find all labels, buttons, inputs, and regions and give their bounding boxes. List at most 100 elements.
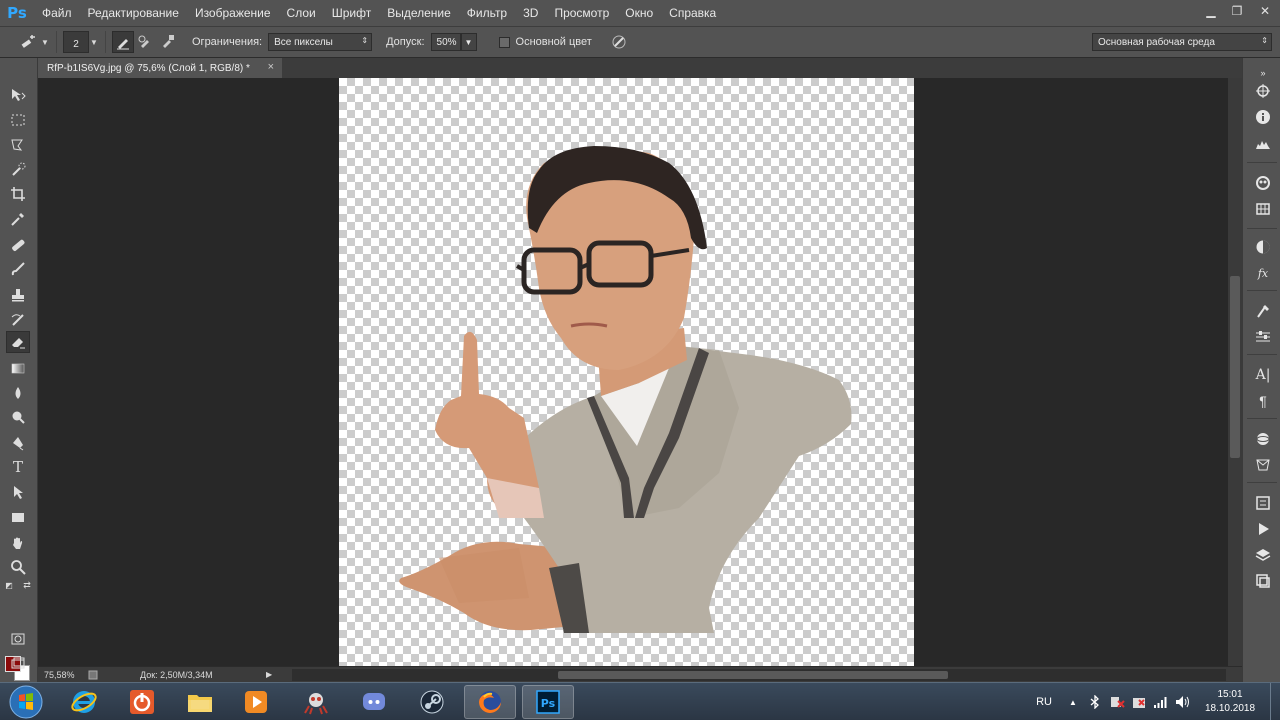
layers-icon[interactable]	[1252, 544, 1274, 566]
chevron-down-icon[interactable]: ▼	[89, 31, 99, 53]
adjustments-icon[interactable]	[1252, 236, 1274, 258]
menu-edit[interactable]: Редактирование	[80, 0, 187, 26]
move-icon[interactable]	[6, 84, 30, 106]
history-brush-icon[interactable]	[6, 308, 30, 330]
vertical-scrollbar[interactable]	[1228, 78, 1242, 666]
path-selection-icon[interactable]	[6, 481, 30, 503]
steam-icon[interactable]	[406, 685, 458, 719]
horizontal-scrollbar[interactable]	[292, 669, 1226, 681]
file-explorer-icon[interactable]	[174, 685, 226, 719]
vertical-scroll-thumb[interactable]	[1230, 276, 1240, 458]
screen-mode-icon[interactable]	[6, 653, 30, 675]
menu-type[interactable]: Шрифт	[324, 0, 379, 26]
gradient-icon[interactable]	[6, 357, 30, 379]
lasso-icon[interactable]	[6, 134, 30, 156]
minimize-button[interactable]: ▁	[1198, 2, 1224, 20]
clock[interactable]: 15:01 18.10.2018	[1198, 688, 1262, 716]
eraser-mode-icon[interactable]	[112, 31, 134, 53]
quick-selection-icon[interactable]	[6, 159, 30, 181]
media-player-icon[interactable]	[230, 685, 282, 719]
document-canvas[interactable]	[339, 78, 914, 666]
blur-icon[interactable]	[6, 382, 30, 404]
menu-view[interactable]: Просмотр	[546, 0, 617, 26]
sample-swatch-icon[interactable]	[156, 31, 178, 53]
maximize-button[interactable]: ❐	[1224, 2, 1250, 20]
menu-help[interactable]: Справка	[661, 0, 724, 26]
type-icon[interactable]: T	[6, 456, 30, 478]
brush-icon[interactable]	[6, 258, 30, 280]
eraser-icon[interactable]	[6, 331, 30, 353]
menu-filter[interactable]: Фильтр	[459, 0, 515, 26]
eyedropper-icon[interactable]	[6, 208, 30, 230]
document-tab[interactable]: RfP-b1IS6Vg.jpg @ 75,6% (Слой 1, RGB/8) …	[38, 58, 282, 78]
quick-mask-icon[interactable]	[6, 628, 30, 650]
show-hidden-icons-icon[interactable]: ▲	[1062, 691, 1084, 713]
menu-window[interactable]: Окно	[617, 0, 661, 26]
status-icon[interactable]	[86, 669, 100, 681]
navigator-icon[interactable]	[1252, 80, 1274, 102]
healing-brush-icon[interactable]	[6, 234, 30, 256]
tolerance-field[interactable]: 50%	[430, 33, 461, 51]
crop-icon[interactable]	[6, 183, 30, 205]
show-desktop-button[interactable]	[1270, 683, 1280, 720]
spider-app-icon[interactable]	[290, 685, 342, 719]
styles-icon[interactable]: fx	[1252, 262, 1274, 284]
color-icon[interactable]	[1252, 172, 1274, 194]
brush-settings-icon[interactable]	[1252, 326, 1274, 348]
workspace-dropdown[interactable]: Основная рабочая среда ⇕	[1092, 33, 1272, 51]
3d-icon[interactable]	[1252, 428, 1274, 450]
marquee-icon[interactable]	[6, 109, 30, 131]
default-colors-icon[interactable]: ◩	[2, 578, 16, 592]
info-icon[interactable]	[1252, 106, 1274, 128]
internet-explorer-icon[interactable]	[58, 685, 110, 719]
photoshop-icon[interactable]: Ps	[522, 685, 574, 719]
limits-dropdown[interactable]: Все пикселы ⇕	[268, 33, 373, 51]
action-center-icon[interactable]	[1106, 691, 1128, 713]
menu-image[interactable]: Изображение	[187, 0, 279, 26]
dodge-icon[interactable]	[6, 406, 30, 428]
security-icon[interactable]	[1128, 691, 1150, 713]
close-button[interactable]: ✕	[1250, 2, 1280, 20]
actions-icon[interactable]	[1252, 518, 1274, 540]
brush-presets-icon[interactable]	[1252, 300, 1274, 322]
volume-icon[interactable]	[1172, 691, 1194, 713]
swap-colors-icon[interactable]: ⇄	[20, 578, 34, 592]
tolerance-dropdown-button[interactable]: ▼	[460, 33, 477, 51]
menu-file[interactable]: Файл	[34, 0, 80, 26]
paragraph-icon[interactable]: ¶	[1252, 390, 1274, 412]
menu-select[interactable]: Выделение	[379, 0, 459, 26]
rectangle-icon[interactable]	[6, 506, 30, 528]
swatches-icon[interactable]	[1252, 198, 1274, 220]
sample-once-icon[interactable]	[134, 31, 156, 53]
history-icon[interactable]	[1252, 492, 1274, 514]
pen-icon[interactable]	[6, 432, 30, 454]
histogram-icon[interactable]	[1252, 132, 1274, 154]
brush-size-picker[interactable]: 2	[63, 31, 89, 53]
menu-layers[interactable]: Слои	[279, 0, 324, 26]
shutdown-app-icon[interactable]	[116, 685, 168, 719]
chevron-down-icon[interactable]: ▼	[40, 31, 50, 53]
close-tab-icon[interactable]: ×	[268, 61, 274, 73]
network-icon[interactable]	[1150, 691, 1172, 713]
bluetooth-icon[interactable]	[1084, 691, 1106, 713]
horizontal-scroll-thumb[interactable]	[558, 671, 948, 679]
main-color-checkbox[interactable]	[498, 36, 510, 48]
start-button[interactable]	[6, 685, 46, 719]
pressure-icon[interactable]	[608, 31, 630, 53]
menu-3d[interactable]: 3D	[515, 0, 546, 26]
hand-icon[interactable]	[6, 532, 30, 554]
zoom-level[interactable]: 75,58%	[44, 670, 86, 680]
scene-icon[interactable]	[1252, 454, 1274, 476]
discord-icon[interactable]	[348, 685, 400, 719]
subject-photo	[399, 146, 852, 633]
firefox-icon[interactable]	[464, 685, 516, 719]
tool-preset-icon[interactable]	[18, 31, 40, 53]
main-color-label: Основной цвет	[515, 36, 592, 48]
zoom-icon[interactable]	[6, 556, 30, 578]
play-icon[interactable]: ▶	[266, 670, 272, 679]
canvas-area[interactable]	[38, 78, 1228, 666]
channels-icon[interactable]	[1252, 570, 1274, 592]
clone-stamp-icon[interactable]	[6, 284, 30, 306]
character-icon[interactable]: A|	[1252, 364, 1274, 386]
language-indicator[interactable]: RU	[1036, 696, 1052, 708]
